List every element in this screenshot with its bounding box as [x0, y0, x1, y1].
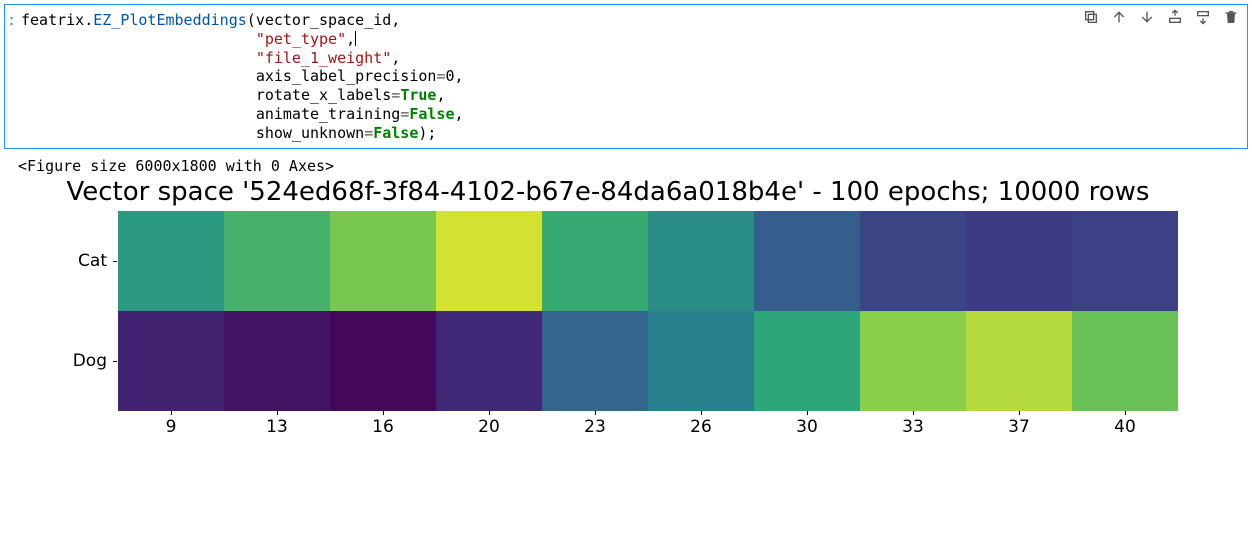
heatmap-grid: [118, 211, 1178, 411]
heatmap-cell: [330, 311, 436, 411]
heatmap-cell: [542, 211, 648, 311]
heatmap-cell: [330, 211, 436, 311]
x-tick-label: 9: [118, 411, 224, 437]
cell-toolbar: [1083, 9, 1239, 25]
x-tick-label: 26: [648, 411, 754, 437]
heatmap-cell: [860, 211, 966, 311]
cell-prompt: :: [7, 11, 16, 29]
x-tick-label: 13: [224, 411, 330, 437]
y-tick-label: Dog: [18, 311, 113, 411]
x-tick-label: 16: [330, 411, 436, 437]
x-tick-label: 33: [860, 411, 966, 437]
y-axis: CatDog: [18, 211, 113, 411]
heatmap-cell: [436, 211, 542, 311]
heatmap-cell: [436, 311, 542, 411]
heatmap-cell: [648, 311, 754, 411]
x-tick-label: 23: [542, 411, 648, 437]
heatmap-chart: CatDog 9131620232630333740: [18, 211, 1198, 446]
heatmap-cell: [860, 311, 966, 411]
heatmap-cell: [224, 211, 330, 311]
code-editor[interactable]: featrix.EZ_PlotEmbeddings(vector_space_i…: [19, 11, 1239, 142]
insert-below-icon[interactable]: [1195, 9, 1211, 25]
heatmap-cell: [542, 311, 648, 411]
y-tick-label: Cat: [18, 211, 113, 311]
arrow-down-icon[interactable]: [1139, 9, 1155, 25]
heatmap-cell: [648, 211, 754, 311]
duplicate-icon[interactable]: [1083, 9, 1099, 25]
x-tick-label: 30: [754, 411, 860, 437]
cell-output: <Figure size 6000x1800 with 0 Axes> Vect…: [4, 157, 1248, 446]
x-tick-label: 37: [966, 411, 1072, 437]
x-tick-label: 40: [1072, 411, 1178, 437]
text-cursor: [355, 31, 356, 46]
heatmap-cell: [1072, 211, 1178, 311]
heatmap-cell: [1072, 311, 1178, 411]
heatmap-cell: [754, 311, 860, 411]
heatmap-cell: [966, 311, 1072, 411]
chart-title: Vector space '524ed68f-3f84-4102-b67e-84…: [18, 177, 1198, 207]
x-axis: 9131620232630333740: [118, 411, 1178, 437]
trash-icon[interactable]: [1223, 9, 1239, 25]
heatmap-cell: [754, 211, 860, 311]
insert-above-icon[interactable]: [1167, 9, 1183, 25]
figure-size-text: <Figure size 6000x1800 with 0 Axes>: [18, 157, 1248, 175]
heatmap-cell: [224, 311, 330, 411]
code-cell[interactable]: : featrix.EZ_PlotEmbeddings(vector_space…: [4, 4, 1248, 149]
arrow-up-icon[interactable]: [1111, 9, 1127, 25]
x-tick-label: 20: [436, 411, 542, 437]
heatmap-cell: [118, 211, 224, 311]
heatmap-cell: [118, 311, 224, 411]
heatmap-cell: [966, 211, 1072, 311]
